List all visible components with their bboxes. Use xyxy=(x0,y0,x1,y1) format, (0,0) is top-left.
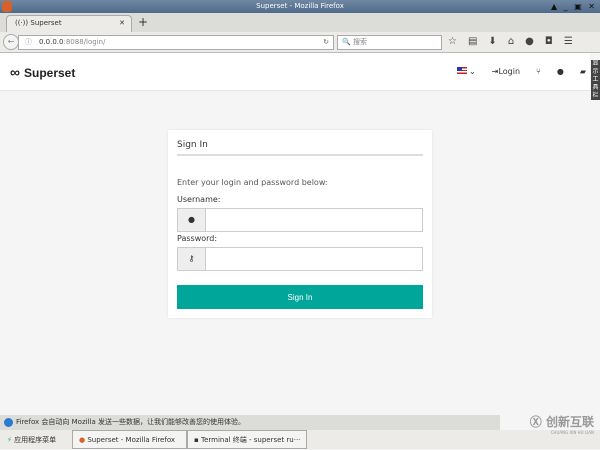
tab-label: Superset xyxy=(30,19,62,27)
window-controls[interactable]: ▲ _ ▣ ✕ xyxy=(551,0,597,13)
bookmark-star-icon[interactable]: ☆ xyxy=(448,36,457,47)
watermark-main: 创新互联 xyxy=(545,415,594,429)
terminal-icon: ▪ xyxy=(194,436,199,444)
code-fork-icon[interactable]: ⑂ xyxy=(536,67,541,76)
password-field[interactable]: ⚷ xyxy=(177,247,423,271)
login-link[interactable]: ⇥Login xyxy=(492,67,520,76)
infinity-icon: ∞ xyxy=(10,64,20,80)
key-icon: ⚷ xyxy=(178,248,206,270)
password-input[interactable] xyxy=(206,248,422,270)
user-icon: ● xyxy=(178,209,206,231)
notification-bar: Firefox 会自动向 Mozilla 发送一些数据，让我们能够改善您的使用体… xyxy=(0,415,500,430)
brand-logo[interactable]: ∞ Superset xyxy=(10,64,75,80)
url-bar[interactable]: ⓘ 0.0.0.0:8088/login/ ↻ xyxy=(18,35,334,50)
watermark-logo-icon: Ⓧ xyxy=(529,415,542,429)
firefox-icon xyxy=(2,1,12,12)
app-header: ∞ Superset ⌄ ⇥Login ⑂ ● ▰ xyxy=(0,53,590,91)
search-input[interactable]: 🔍 搜索 xyxy=(337,35,442,50)
tab-superset[interactable]: ((·)) Superset ✕ xyxy=(6,15,132,32)
username-label: Username: xyxy=(177,195,221,204)
download-icon[interactable]: ⬇ xyxy=(488,36,496,47)
new-tab-button[interactable]: + xyxy=(138,15,148,29)
username-input[interactable] xyxy=(206,209,422,231)
reload-icon[interactable]: ↻ xyxy=(323,36,329,49)
taskbar-item-label: Superset - Mozilla Firefox xyxy=(87,436,176,444)
github-icon[interactable]: ● xyxy=(557,67,564,76)
notification-text: Firefox 会自动向 Mozilla 发送一些数据，让我们能够改善您的使用体… xyxy=(16,418,245,426)
sign-in-button[interactable]: Sign In xyxy=(177,285,423,309)
clipboard-icon[interactable]: ▤ xyxy=(468,36,477,47)
app-menu-label: 应用程序菜单 xyxy=(14,436,57,444)
taskbar-firefox[interactable]: ● Superset - Mozilla Firefox xyxy=(72,430,187,449)
side-toolbar-toggle[interactable]: 显示工具栏 xyxy=(591,60,600,100)
broadcast-icon: ((·)) xyxy=(15,19,29,27)
tab-bar: ((·)) Superset ✕ + xyxy=(0,13,600,32)
watermark-sub: CHUANG XIN HU LIAN xyxy=(550,430,594,435)
url-host: 0.0.0.0 xyxy=(39,38,64,46)
app-menu-icon: ⚡ xyxy=(7,436,12,444)
info-icon: ⓘ xyxy=(25,38,32,46)
nav-bar: ← ⓘ 0.0.0.0:8088/login/ ↻ 🔍 搜索 ☆ ▤ ⬇ ⌂ ●… xyxy=(0,32,600,53)
taskbar-item-label: Terminal 终端 - superset ru··· xyxy=(200,436,301,444)
login-label: Login xyxy=(498,67,521,76)
login-prompt: Enter your login and password below: xyxy=(177,178,328,187)
panel-title: Sign In xyxy=(177,140,423,156)
brand-name: Superset xyxy=(23,66,76,80)
menu-icon[interactable]: ☰ xyxy=(564,36,573,47)
pocket-icon[interactable]: ◘ xyxy=(545,36,553,47)
close-tab-icon[interactable]: ✕ xyxy=(119,19,125,27)
chat-icon[interactable]: ● xyxy=(525,36,534,47)
language-dropdown[interactable]: ⌄ xyxy=(456,67,476,76)
taskbar: ⚡ 应用程序菜单 ● Superset - Mozilla Firefox ▪ … xyxy=(0,430,600,449)
password-label: Password: xyxy=(177,234,218,243)
taskbar-terminal[interactable]: ▪ Terminal 终端 - superset ru··· xyxy=(187,430,307,449)
watermark: Ⓧ 创新互联 CHUANG XIN HU LIAN xyxy=(530,413,594,435)
info-icon xyxy=(4,418,13,427)
home-icon[interactable]: ⌂ xyxy=(508,36,514,47)
search-placeholder: 搜索 xyxy=(352,38,367,46)
us-flag-icon xyxy=(456,67,467,74)
url-path: :8088/login/ xyxy=(63,38,106,46)
firefox-icon: ● xyxy=(79,436,86,444)
applications-menu[interactable]: ⚡ 应用程序菜单 xyxy=(0,430,72,449)
username-field[interactable]: ● xyxy=(177,208,423,232)
login-panel: Sign In Enter your login and password be… xyxy=(168,130,432,318)
book-icon[interactable]: ▰ xyxy=(580,67,586,76)
window-title: Superset - Mozilla Firefox xyxy=(256,2,344,10)
back-button[interactable]: ← xyxy=(3,34,19,50)
window-titlebar: Superset - Mozilla Firefox ▲ _ ▣ ✕ xyxy=(0,0,600,13)
